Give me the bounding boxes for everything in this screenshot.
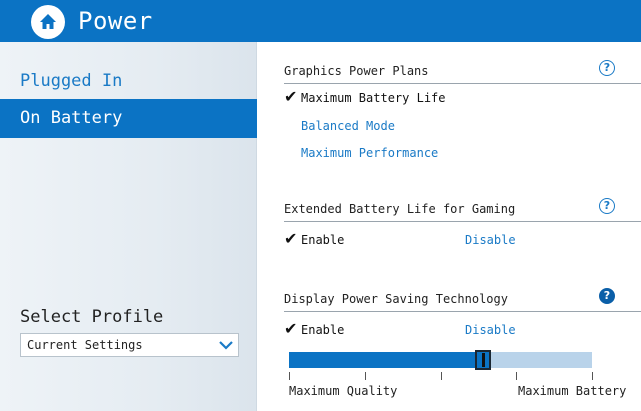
display-disable-option[interactable]: Disable — [465, 323, 516, 337]
option-maximum-performance[interactable]: Maximum Performance — [301, 146, 438, 160]
help-icon[interactable]: ? — [599, 198, 615, 214]
profile-dropdown[interactable]: Current Settings — [20, 333, 239, 357]
option-balanced-mode[interactable]: Balanced Mode — [301, 119, 395, 133]
slider-min-label: Maximum Quality — [289, 384, 398, 398]
sidebar-item-plugged-in[interactable]: Plugged In — [0, 62, 257, 101]
gaming-section-title: Extended Battery Life for Gaming — [284, 202, 516, 216]
gaming-enable-option[interactable]: Enable — [301, 233, 344, 247]
gaming-disable-option[interactable]: Disable — [465, 233, 516, 247]
chevron-down-icon — [219, 341, 233, 350]
window-title: Power — [78, 7, 153, 35]
home-icon — [40, 14, 56, 29]
slider-tick — [592, 372, 593, 380]
check-icon: ✔ — [284, 87, 298, 106]
display-section-header: Display Power Saving Technology ? — [284, 288, 641, 312]
slider-tick — [441, 372, 442, 380]
graphics-section-header: Graphics Power Plans ? — [284, 60, 641, 84]
slider-max-label: Maximum Battery — [518, 384, 627, 398]
slider-tick — [516, 372, 517, 380]
graphics-section-title: Graphics Power Plans — [284, 64, 429, 78]
slider-fill — [289, 352, 483, 368]
display-enable-option[interactable]: Enable — [301, 323, 344, 337]
home-button[interactable] — [31, 5, 65, 39]
main-panel: Graphics Power Plans ? ✔ Maximum Battery… — [258, 42, 641, 411]
sidebar: Plugged In On Battery Select Profile Cur… — [0, 42, 257, 411]
sidebar-item-on-battery[interactable]: On Battery — [0, 99, 257, 138]
option-maximum-battery-life[interactable]: Maximum Battery Life — [301, 91, 446, 105]
check-icon: ✔ — [284, 229, 298, 248]
power-saving-slider[interactable] — [289, 350, 592, 370]
check-icon: ✔ — [284, 319, 298, 338]
gaming-section-header: Extended Battery Life for Gaming ? — [284, 198, 641, 222]
profile-selected-value: Current Settings — [27, 338, 143, 352]
display-section-title: Display Power Saving Technology — [284, 292, 508, 306]
slider-thumb[interactable] — [475, 350, 491, 370]
title-bar: Power — [0, 0, 641, 42]
profile-label: Select Profile — [20, 307, 164, 327]
help-icon[interactable]: ? — [599, 288, 615, 304]
slider-tick — [365, 372, 366, 380]
slider-tick — [289, 372, 290, 380]
help-icon[interactable]: ? — [599, 60, 615, 76]
